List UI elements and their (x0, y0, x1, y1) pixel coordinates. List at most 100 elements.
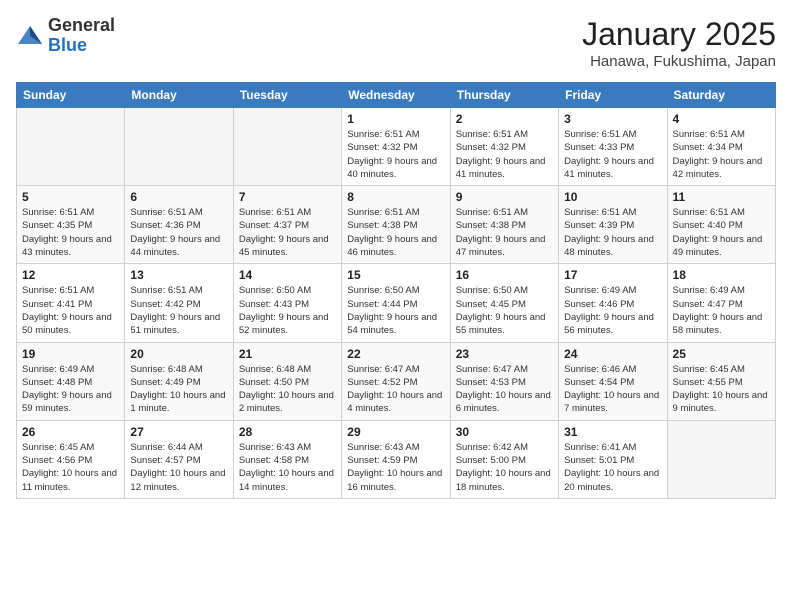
calendar-cell: 3 Sunrise: 6:51 AM Sunset: 4:33 PM Daylig… (559, 108, 667, 186)
calendar-cell: 7Sunrise: 6:51 AM Sunset: 4:37 PM Daylig… (233, 186, 341, 264)
day-info: Sunrise: 6:48 AM Sunset: 4:49 PM Dayligh… (130, 363, 227, 416)
calendar-cell: 29 Sunrise: 6:43 AM Sunset: 4:59 PM Dayli… (342, 420, 450, 498)
day-info: Sunrise: 6:46 AM Sunset: 4:54 PM Dayligh… (564, 363, 661, 416)
calendar-cell: 17 Sunrise: 6:49 AM Sunset: 4:46 PM Dayli… (559, 264, 667, 342)
logo: General Blue (16, 16, 115, 56)
calendar-cell: 18 Sunrise: 6:49 AM Sunset: 4:47 PM Dayli… (667, 264, 775, 342)
calendar-cell: 25Sunrise: 6:45 AM Sunset: 4:55 PM Dayli… (667, 342, 775, 420)
day-number: 12 (22, 268, 119, 282)
calendar-week-row: 12 Sunrise: 6:51 AM Sunset: 4:41 PM Dayli… (17, 264, 776, 342)
day-info: Sunrise: 6:43 AM Sunset: 4:58 PM Dayligh… (239, 441, 336, 494)
calendar-cell: 12 Sunrise: 6:51 AM Sunset: 4:41 PM Dayli… (17, 264, 125, 342)
day-number: 16 (456, 268, 553, 282)
location-title: Hanawa, Fukushima, Japan (582, 53, 776, 70)
calendar-cell: 10 Sunrise: 6:51 AM Sunset: 4:39 PM Dayli… (559, 186, 667, 264)
calendar-week-row: 1 Sunrise: 6:51 AM Sunset: 4:32 PM Daylig… (17, 108, 776, 186)
logo-text: General Blue (48, 16, 115, 56)
page: General Blue January 2025 Hanawa, Fukush… (0, 0, 792, 612)
day-number: 5 (22, 190, 119, 204)
day-number: 3 (564, 112, 661, 126)
day-number: 31 (564, 425, 661, 439)
calendar-cell: 28 Sunrise: 6:43 AM Sunset: 4:58 PM Dayli… (233, 420, 341, 498)
calendar-col-saturday: Saturday (667, 83, 775, 108)
calendar-cell: 5 Sunrise: 6:51 AM Sunset: 4:35 PM Daylig… (17, 186, 125, 264)
day-number: 30 (456, 425, 553, 439)
calendar-cell (125, 108, 233, 186)
day-number: 24 (564, 347, 661, 361)
logo-blue-text: Blue (48, 36, 115, 56)
day-info: Sunrise: 6:49 AM Sunset: 4:47 PM Dayligh… (673, 284, 770, 337)
day-number: 20 (130, 347, 227, 361)
day-info: Sunrise: 6:45 AM Sunset: 4:56 PM Dayligh… (22, 441, 119, 494)
calendar-cell: 31 Sunrise: 6:41 AM Sunset: 5:01 PM Dayli… (559, 420, 667, 498)
month-title: January 2025 (582, 16, 776, 53)
day-number: 2 (456, 112, 553, 126)
calendar-cell: 4Sunrise: 6:51 AM Sunset: 4:34 PM Daylig… (667, 108, 775, 186)
day-info: Sunrise: 6:45 AM Sunset: 4:55 PM Dayligh… (673, 363, 770, 416)
day-number: 11 (673, 190, 770, 204)
calendar-cell: 2 Sunrise: 6:51 AM Sunset: 4:32 PM Daylig… (450, 108, 558, 186)
calendar-cell: 9Sunrise: 6:51 AM Sunset: 4:38 PM Daylig… (450, 186, 558, 264)
day-info: Sunrise: 6:51 AM Sunset: 4:33 PM Dayligh… (564, 128, 661, 181)
calendar-col-tuesday: Tuesday (233, 83, 341, 108)
day-number: 18 (673, 268, 770, 282)
calendar-cell: 20 Sunrise: 6:48 AM Sunset: 4:49 PM Dayli… (125, 342, 233, 420)
day-number: 9 (456, 190, 553, 204)
day-info: Sunrise: 6:51 AM Sunset: 4:42 PM Dayligh… (130, 284, 227, 337)
day-info: Sunrise: 6:50 AM Sunset: 4:45 PM Dayligh… (456, 284, 553, 337)
day-info: Sunrise: 6:50 AM Sunset: 4:44 PM Dayligh… (347, 284, 444, 337)
calendar-week-row: 5 Sunrise: 6:51 AM Sunset: 4:35 PM Daylig… (17, 186, 776, 264)
day-number: 17 (564, 268, 661, 282)
calendar-cell: 27Sunrise: 6:44 AM Sunset: 4:57 PM Dayli… (125, 420, 233, 498)
day-number: 23 (456, 347, 553, 361)
day-info: Sunrise: 6:42 AM Sunset: 5:00 PM Dayligh… (456, 441, 553, 494)
day-number: 10 (564, 190, 661, 204)
day-number: 14 (239, 268, 336, 282)
day-info: Sunrise: 6:47 AM Sunset: 4:52 PM Dayligh… (347, 363, 444, 416)
day-info: Sunrise: 6:51 AM Sunset: 4:32 PM Dayligh… (347, 128, 444, 181)
calendar-col-thursday: Thursday (450, 83, 558, 108)
calendar-col-sunday: Sunday (17, 83, 125, 108)
day-info: Sunrise: 6:51 AM Sunset: 4:39 PM Dayligh… (564, 206, 661, 259)
day-number: 1 (347, 112, 444, 126)
calendar-cell: 6Sunrise: 6:51 AM Sunset: 4:36 PM Daylig… (125, 186, 233, 264)
calendar-cell: 21 Sunrise: 6:48 AM Sunset: 4:50 PM Dayli… (233, 342, 341, 420)
day-number: 28 (239, 425, 336, 439)
day-info: Sunrise: 6:51 AM Sunset: 4:41 PM Dayligh… (22, 284, 119, 337)
day-info: Sunrise: 6:50 AM Sunset: 4:43 PM Dayligh… (239, 284, 336, 337)
calendar-week-row: 19 Sunrise: 6:49 AM Sunset: 4:48 PM Dayli… (17, 342, 776, 420)
calendar-cell: 22 Sunrise: 6:47 AM Sunset: 4:52 PM Dayli… (342, 342, 450, 420)
calendar-col-friday: Friday (559, 83, 667, 108)
day-info: Sunrise: 6:41 AM Sunset: 5:01 PM Dayligh… (564, 441, 661, 494)
day-number: 13 (130, 268, 227, 282)
day-info: Sunrise: 6:51 AM Sunset: 4:35 PM Dayligh… (22, 206, 119, 259)
day-info: Sunrise: 6:48 AM Sunset: 4:50 PM Dayligh… (239, 363, 336, 416)
calendar-cell: 19 Sunrise: 6:49 AM Sunset: 4:48 PM Dayli… (17, 342, 125, 420)
day-number: 15 (347, 268, 444, 282)
calendar-cell: 14 Sunrise: 6:50 AM Sunset: 4:43 PM Dayli… (233, 264, 341, 342)
day-number: 4 (673, 112, 770, 126)
calendar-cell: 8Sunrise: 6:51 AM Sunset: 4:38 PM Daylig… (342, 186, 450, 264)
calendar-cell (233, 108, 341, 186)
day-number: 22 (347, 347, 444, 361)
day-info: Sunrise: 6:47 AM Sunset: 4:53 PM Dayligh… (456, 363, 553, 416)
calendar-cell: 13 Sunrise: 6:51 AM Sunset: 4:42 PM Dayli… (125, 264, 233, 342)
day-info: Sunrise: 6:49 AM Sunset: 4:48 PM Dayligh… (22, 363, 119, 416)
day-number: 19 (22, 347, 119, 361)
day-number: 29 (347, 425, 444, 439)
calendar-cell: 23 Sunrise: 6:47 AM Sunset: 4:53 PM Dayli… (450, 342, 558, 420)
day-info: Sunrise: 6:43 AM Sunset: 4:59 PM Dayligh… (347, 441, 444, 494)
calendar-cell: 30 Sunrise: 6:42 AM Sunset: 5:00 PM Dayli… (450, 420, 558, 498)
day-info: Sunrise: 6:51 AM Sunset: 4:32 PM Dayligh… (456, 128, 553, 181)
day-info: Sunrise: 6:51 AM Sunset: 4:36 PM Dayligh… (130, 206, 227, 259)
day-info: Sunrise: 6:49 AM Sunset: 4:46 PM Dayligh… (564, 284, 661, 337)
logo-general-text: General (48, 16, 115, 36)
day-number: 26 (22, 425, 119, 439)
calendar-cell: 16 Sunrise: 6:50 AM Sunset: 4:45 PM Dayli… (450, 264, 558, 342)
calendar-col-monday: Monday (125, 83, 233, 108)
day-number: 21 (239, 347, 336, 361)
calendar-cell (667, 420, 775, 498)
logo-icon (16, 22, 44, 50)
calendar-table: SundayMondayTuesdayWednesdayThursdayFrid… (16, 82, 776, 499)
day-info: Sunrise: 6:44 AM Sunset: 4:57 PM Dayligh… (130, 441, 227, 494)
